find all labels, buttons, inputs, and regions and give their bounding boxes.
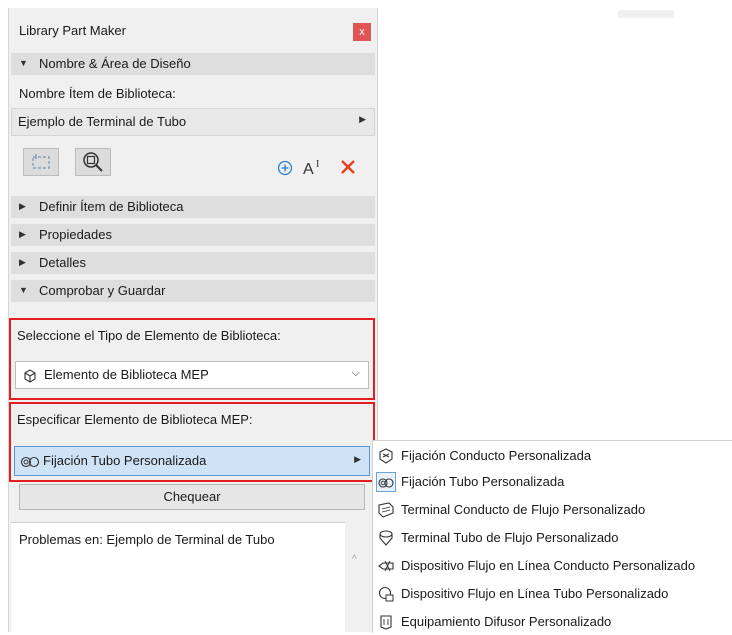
submenu-item-fijacion-tubo[interactable]: Fijación Tubo Personalizada bbox=[373, 469, 732, 495]
especificar-label: Especificar Elemento de Biblioteca MEP: bbox=[17, 412, 253, 427]
library-part-maker-panel: Library Part Maker x ▼ Nombre & Área de … bbox=[8, 8, 378, 632]
pipe-fitting-icon bbox=[376, 472, 396, 492]
text-size-icon[interactable]: A I bbox=[301, 156, 327, 178]
section-label: Detalles bbox=[39, 255, 86, 270]
tipo-select[interactable]: Elemento de Biblioteca MEP ⌵ bbox=[15, 361, 369, 389]
submenu-item-fijacion-conducto[interactable]: Fijación Conducto Personalizada bbox=[373, 443, 732, 469]
chequear-button[interactable]: Chequear bbox=[19, 484, 365, 510]
duct-terminal-icon bbox=[378, 502, 394, 518]
submenu-item-dispositivo-tubo[interactable]: Dispositivo Flujo en Línea Tubo Personal… bbox=[373, 581, 732, 607]
section-comprobar[interactable]: ▼ Comprobar y Guardar bbox=[11, 280, 375, 302]
collapse-arrow-icon: ▼ bbox=[19, 285, 28, 295]
zoom-icon bbox=[83, 152, 103, 172]
menu-item-label: Equipamiento Difusor Personalizado bbox=[401, 614, 612, 629]
scroll-up-icon[interactable]: ^ bbox=[352, 554, 357, 565]
section-label: Definir Ítem de Biblioteca bbox=[39, 199, 184, 214]
submenu-arrow-icon: ▶ bbox=[359, 114, 366, 124]
zoom-tool-button[interactable] bbox=[75, 148, 111, 176]
especificar-value: Fijación Tubo Personalizada bbox=[43, 453, 207, 468]
marquee-icon bbox=[32, 154, 50, 169]
menu-item-label: Terminal Conducto de Flujo Personalizado bbox=[401, 502, 646, 517]
diffuser-icon bbox=[380, 615, 392, 630]
submenu-item-terminal-conducto[interactable]: Terminal Conducto de Flujo Personalizado bbox=[373, 497, 732, 523]
section-definir[interactable]: ▶ Definir Ítem de Biblioteca bbox=[11, 196, 375, 218]
nombre-label: Nombre Ítem de Biblioteca: bbox=[19, 86, 176, 101]
pipe-fitting-icon bbox=[20, 456, 40, 468]
pipe-inline-icon bbox=[378, 586, 394, 602]
expand-arrow-icon: ▶ bbox=[19, 229, 26, 239]
nombre-item-value: Ejemplo de Terminal de Tubo bbox=[18, 114, 187, 129]
expand-arrow-icon: ▶ bbox=[19, 257, 26, 267]
section-label: Nombre & Área de Diseño bbox=[39, 56, 191, 71]
duct-inline-icon bbox=[378, 560, 394, 572]
menu-item-label: Dispositivo Flujo en Línea Tubo Personal… bbox=[401, 586, 669, 601]
delete-icon[interactable] bbox=[339, 158, 357, 176]
especificar-select[interactable]: Fijación Tubo Personalizada ▶ bbox=[14, 446, 370, 476]
panel-title: Library Part Maker bbox=[19, 23, 126, 38]
tipo-label: Seleccione el Tipo de Elemento de Biblio… bbox=[17, 328, 281, 343]
close-button[interactable]: x bbox=[353, 23, 371, 41]
problems-output: Problemas en: Ejemplo de Terminal de Tub… bbox=[11, 522, 345, 632]
section-label: Comprobar y Guardar bbox=[39, 283, 166, 298]
mep-object-icon bbox=[24, 369, 36, 383]
submenu-arrow-icon: ▶ bbox=[354, 454, 361, 464]
menu-item-label: Terminal Tubo de Flujo Personalizado bbox=[401, 530, 619, 545]
submenu-item-terminal-tubo[interactable]: Terminal Tubo de Flujo Personalizado bbox=[373, 525, 732, 551]
section-label: Propiedades bbox=[39, 227, 112, 242]
menu-item-label: Dispositivo Flujo en Línea Conducto Pers… bbox=[401, 558, 696, 573]
add-icon[interactable] bbox=[277, 160, 293, 176]
chevron-down-icon: ⌵ bbox=[351, 367, 360, 379]
menu-item-label: Fijación Tubo Personalizada bbox=[401, 474, 565, 489]
nombre-item-field[interactable]: Ejemplo de Terminal de Tubo ▶ bbox=[11, 108, 375, 136]
panel-titlebar: Library Part Maker x bbox=[9, 20, 377, 44]
collapse-arrow-icon: ▼ bbox=[19, 58, 28, 68]
tipo-value: Elemento de Biblioteca MEP bbox=[44, 367, 209, 382]
problems-text: Problemas en: Ejemplo de Terminal de Tub… bbox=[19, 532, 275, 547]
pipe-terminal-icon bbox=[379, 530, 393, 546]
menu-item-label: Fijación Conducto Personalizada bbox=[401, 448, 592, 463]
section-detalles[interactable]: ▶ Detalles bbox=[11, 252, 375, 274]
duct-fitting-icon bbox=[379, 448, 393, 464]
section-nombre-area[interactable]: ▼ Nombre & Área de Diseño bbox=[11, 53, 375, 75]
section-propiedades[interactable]: ▶ Propiedades bbox=[11, 224, 375, 246]
mep-element-submenu: Fijación Conducto Personalizada Fijación… bbox=[372, 440, 732, 633]
expand-arrow-icon: ▶ bbox=[19, 201, 26, 211]
submenu-item-dispositivo-conducto[interactable]: Dispositivo Flujo en Línea Conducto Pers… bbox=[373, 553, 732, 579]
problems-scrollbar[interactable]: ^ bbox=[347, 522, 367, 632]
svg-text:I: I bbox=[316, 159, 319, 170]
submenu-item-equipamiento-difusor[interactable]: Equipamiento Difusor Personalizado bbox=[373, 609, 732, 635]
marquee-tool-button[interactable] bbox=[23, 148, 59, 176]
svg-text:A: A bbox=[303, 161, 314, 178]
background-window-tab bbox=[618, 10, 674, 18]
